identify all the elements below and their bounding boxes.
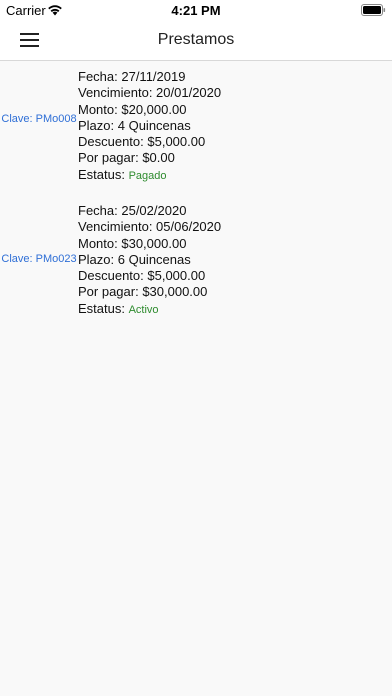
loan-item[interactable]: Clave: PMo023 Fecha: 25/02/2020 Vencimie… xyxy=(0,195,392,329)
loan-status-badge: Pagado xyxy=(128,169,167,182)
loan-key[interactable]: Clave: PMo008 xyxy=(0,112,78,127)
loan-plazo: Plazo: 4 Quincenas xyxy=(78,117,191,133)
loan-vencimiento: Vencimiento: 05/06/2020 xyxy=(78,219,222,235)
loan-details: Fecha: 27/11/2019 Vencimiento: 20/01/202… xyxy=(78,69,378,184)
loan-estatus: Estatus: Pagado xyxy=(78,167,378,184)
loan-vencimiento: Vencimiento: 20/01/2020 xyxy=(78,85,222,101)
loan-estatus-label: Estatus: xyxy=(78,300,125,316)
clock-time: 4:21 PM xyxy=(171,3,221,18)
loan-descuento: Descuento: $5,000.00 xyxy=(78,134,206,150)
loan-monto: Monto: $20,000.00 xyxy=(78,101,187,117)
loan-descuento: Descuento: $5,000.00 xyxy=(78,268,206,284)
loan-item[interactable]: Clave: PMo008 Fecha: 27/11/2019 Vencimie… xyxy=(0,61,392,195)
navigation-bar: Prestamos xyxy=(0,22,392,61)
loan-fecha: Fecha: 25/02/2020 xyxy=(78,203,187,218)
loan-plazo: Plazo: 6 Quincenas xyxy=(78,251,191,267)
loan-por-pagar: Por pagar: $0.00 xyxy=(78,150,175,166)
status-bar: Carrier 4:21 PM xyxy=(0,0,392,22)
loan-estatus: Estatus: Activo xyxy=(78,301,378,318)
loan-estatus-label: Estatus: xyxy=(78,166,125,182)
loan-details: Fecha: 25/02/2020 Vencimiento: 05/06/202… xyxy=(78,203,378,318)
loan-key[interactable]: Clave: PMo023 xyxy=(0,252,78,267)
loan-list[interactable]: Clave: PMo008 Fecha: 27/11/2019 Vencimie… xyxy=(0,61,392,696)
loan-status-badge: Activo xyxy=(128,303,159,316)
battery-full-icon xyxy=(361,4,386,16)
page-title: Prestamos xyxy=(157,31,235,48)
loan-fecha: Fecha: 27/11/2019 xyxy=(78,69,186,84)
loan-monto: Monto: $30,000.00 xyxy=(78,235,187,251)
loan-por-pagar: Por pagar: $30,000.00 xyxy=(78,284,208,300)
